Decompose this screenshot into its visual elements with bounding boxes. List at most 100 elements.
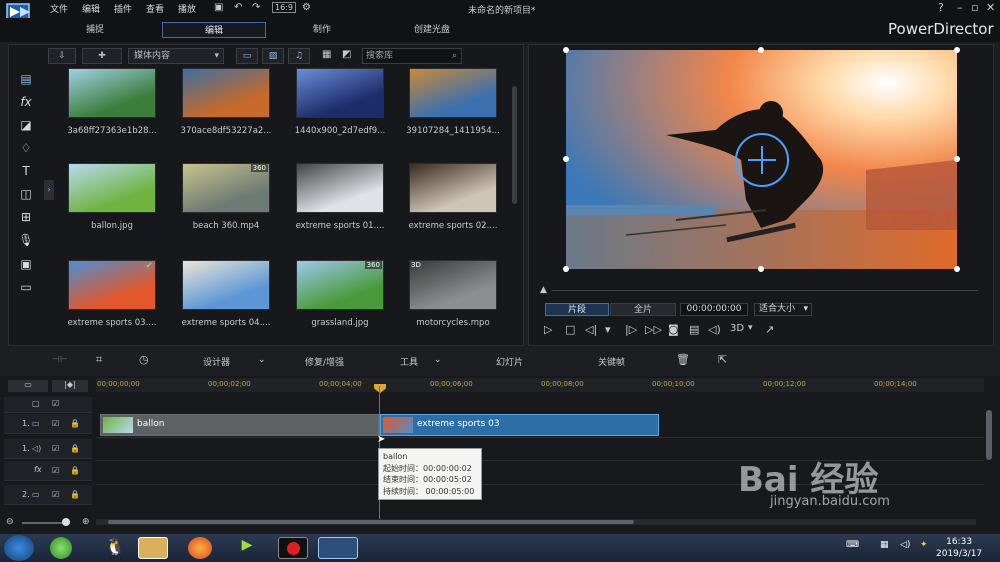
media-thumbnail[interactable]: ✔ <box>68 260 156 310</box>
powerdirector-taskbar-icon[interactable] <box>318 537 358 559</box>
library-search-input[interactable]: 搜索库 ⌕ <box>362 48 462 64</box>
tray-volume-icon[interactable]: ◁) <box>900 540 910 550</box>
undo-icon[interactable]: ↶ <box>234 2 242 13</box>
qq-icon[interactable]: 🐧 <box>100 537 130 559</box>
stop-icon[interactable]: □ <box>565 323 575 336</box>
transition-room-icon[interactable]: ◫ <box>17 187 35 203</box>
firefox-icon[interactable] <box>188 537 212 559</box>
resize-handle-b[interactable] <box>758 266 764 272</box>
filter-image-button[interactable]: ▨ <box>262 48 284 64</box>
media-thumbnail[interactable]: 360 <box>182 163 270 213</box>
media-thumbnail[interactable]: 360 <box>296 260 384 310</box>
media-player-icon[interactable]: ▶ <box>232 537 262 559</box>
volume-icon[interactable]: ◁) <box>708 323 721 336</box>
next-frame-icon[interactable]: |▷ <box>625 323 637 336</box>
fit-zoom-dropdown[interactable]: 适合大小 ▾ <box>754 303 812 316</box>
lock-icon[interactable]: 🔒 <box>70 490 80 499</box>
resize-handle-bl[interactable] <box>563 266 569 272</box>
redo-icon[interactable]: ↷ <box>252 2 260 13</box>
scrub-marker-icon[interactable]: ▲ <box>540 285 547 295</box>
import-media-button[interactable]: ⇩ <box>48 48 76 64</box>
resize-handle-tl[interactable] <box>563 47 569 53</box>
tab-create-disc[interactable]: 创建光盘 <box>380 22 484 38</box>
tools-button[interactable]: 工具 <box>400 355 418 368</box>
track-manager-icon[interactable]: ▭ <box>8 380 48 392</box>
tab-produce[interactable]: 制作 <box>270 22 374 38</box>
lock-icon[interactable]: 🔒 <box>70 419 80 428</box>
undock-icon[interactable]: ↗ <box>765 323 774 336</box>
media-thumbnail[interactable] <box>182 260 270 310</box>
zoom-out-icon[interactable]: ⊖ <box>6 517 14 527</box>
fx-room-icon[interactable]: fx <box>17 95 35 111</box>
menu-view[interactable]: 查看 <box>146 2 164 15</box>
chevron-down-icon[interactable]: ⌄ <box>258 355 266 365</box>
media-thumbnail[interactable]: 3D <box>409 260 497 310</box>
close-icon[interactable]: ✕ <box>986 1 995 14</box>
recorder-icon[interactable] <box>278 537 308 559</box>
fast-forward-icon[interactable]: ▷▷ <box>645 323 662 336</box>
fit-timeline-icon[interactable]: |◆| <box>52 380 88 392</box>
chevron-down-icon[interactable]: ▾ <box>748 323 753 333</box>
start-button[interactable] <box>4 535 34 561</box>
lock-icon[interactable]: 🔒 <box>70 466 80 475</box>
particle-room-icon[interactable]: ♢ <box>17 141 35 157</box>
chevron-down-icon[interactable]: ⌄ <box>434 355 442 365</box>
media-thumbnail[interactable] <box>296 68 384 118</box>
pip-room-icon[interactable]: ◪ <box>17 118 35 134</box>
menu-plugins[interactable]: 插件 <box>114 2 132 15</box>
trash-icon[interactable]: 🗑 <box>676 353 690 366</box>
snapshot-icon[interactable]: ◙ <box>668 323 679 336</box>
taskbar-clock[interactable]: 16:33 2019/3/17 <box>936 536 982 560</box>
crop-icon[interactable]: ⌗ <box>96 353 102 367</box>
timeline-clip-extreme-sports-03[interactable]: extreme sports 03 <box>380 414 659 436</box>
menu-edit[interactable]: 编辑 <box>82 2 100 15</box>
expand-panel-icon[interactable]: › <box>44 180 54 200</box>
tray-keyboard-icon[interactable]: ⌨ <box>846 540 859 550</box>
subtitle-room-icon[interactable]: ▭ <box>17 280 35 296</box>
subtitle-icon[interactable]: ▤ <box>689 323 699 336</box>
maximize-icon[interactable]: ▫ <box>971 1 978 14</box>
grid-view-icon[interactable]: ▦ <box>322 49 331 60</box>
media-thumbnail[interactable] <box>68 68 156 118</box>
track-enable-checkbox[interactable]: ☑ <box>52 490 59 499</box>
title-room-icon[interactable]: T <box>17 164 35 180</box>
plugin-button[interactable]: ✚ <box>82 48 122 64</box>
preview-video[interactable] <box>566 50 957 269</box>
track-enable-checkbox[interactable]: ☑ <box>52 444 59 453</box>
preview-scrub-bar[interactable] <box>552 290 978 291</box>
gear-icon[interactable]: ⚙ <box>302 2 311 13</box>
menu-play[interactable]: 播放 <box>178 2 196 15</box>
media-content-dropdown[interactable]: 媒体内容 ▾ <box>128 48 224 64</box>
media-room-icon[interactable]: ▤ <box>17 72 35 88</box>
zoom-slider-thumb[interactable] <box>62 518 70 526</box>
media-thumbnail[interactable] <box>409 163 497 213</box>
keyframe-button[interactable]: 关键帧 <box>598 355 625 368</box>
play-icon[interactable]: ▷ <box>544 323 552 336</box>
tab-clip-mode[interactable]: 片段 <box>545 303 609 316</box>
tab-edit[interactable]: 编辑 <box>162 22 266 38</box>
library-scrollbar[interactable] <box>512 86 517 204</box>
tray-notify-icon[interactable]: ✦ <box>920 540 928 550</box>
resize-handle-tr[interactable] <box>954 47 960 53</box>
timeline-clip-ballon[interactable]: ballon <box>100 414 379 436</box>
designer-button[interactable]: 设计器 <box>203 355 230 368</box>
media-thumbnail[interactable] <box>409 68 497 118</box>
export-icon[interactable]: ⇱ <box>718 353 727 366</box>
tab-movie-mode[interactable]: 全片 <box>610 303 676 316</box>
fix-enhance-button[interactable]: 修复/增强 <box>305 355 344 368</box>
help-icon[interactable]: ? <box>938 1 944 14</box>
media-thumbnail[interactable]: ✔ <box>68 163 156 213</box>
media-thumbnail[interactable] <box>296 163 384 213</box>
zoom-in-icon[interactable]: ⊕ <box>82 517 90 527</box>
resize-handle-t[interactable] <box>758 47 764 53</box>
split-icon[interactable]: ⊣⊢ <box>52 355 68 365</box>
resize-handle-br[interactable] <box>954 266 960 272</box>
aspect-ratio-icon[interactable]: 16:9 <box>272 2 296 13</box>
resize-icon[interactable]: ◩ <box>342 49 351 60</box>
filter-video-button[interactable]: ▭ <box>236 48 258 64</box>
lock-icon[interactable]: 🔒 <box>70 444 80 453</box>
track-enable-checkbox[interactable]: ☑ <box>52 419 59 428</box>
mark-icon[interactable]: ▾ <box>605 323 611 336</box>
voice-over-icon[interactable]: 🎙 <box>17 233 35 249</box>
filter-audio-button[interactable]: ♫ <box>288 48 310 64</box>
